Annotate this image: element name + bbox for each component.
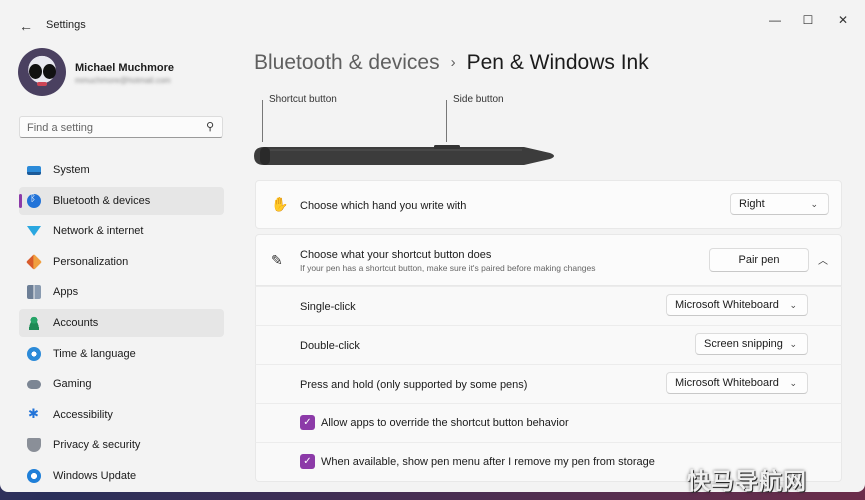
sidebar-item-network-internet[interactable]: Network & internet (19, 217, 224, 245)
chevron-down-icon: ⌄ (789, 378, 797, 388)
double-click-value: Screen snipping (704, 338, 783, 350)
single-click-dropdown[interactable]: Microsoft Whiteboard ⌄ (666, 294, 808, 316)
chevron-down-icon: ⌄ (810, 199, 818, 209)
pair-pen-button[interactable]: Pair pen (709, 248, 809, 272)
user-name: Michael Muchmore (75, 62, 175, 74)
avatar[interactable] (18, 48, 66, 96)
shortcut-title: Choose what your shortcut button does (300, 249, 492, 261)
sidebar-item-gaming[interactable]: Gaming (19, 370, 224, 398)
avatar-mouth (37, 82, 47, 86)
sidebar-item-label: Bluetooth & devices (53, 194, 151, 207)
settings-window: ← Settings — ☐ ✕ Michael Muchmore mmuchm… (0, 0, 865, 492)
chevron-down-icon: ⌄ (789, 300, 797, 310)
sidebar-item-label: Gaming (53, 378, 92, 391)
accessibility-icon (27, 406, 41, 422)
shortcut-pointer-line (262, 100, 263, 142)
pen-icon: ✎ (271, 252, 283, 268)
sidebar-item-label: Network & internet (53, 225, 144, 238)
sidebar-item-label: Accessibility (53, 408, 113, 421)
hand-dropdown[interactable]: Right ⌄ (730, 193, 829, 215)
press-hold-value: Microsoft Whiteboard (675, 377, 779, 389)
press-hold-row: Press and hold (only supported by some p… (255, 364, 842, 403)
sidebar-item-time-language[interactable]: Time & language (19, 340, 224, 368)
avatar-eye (43, 64, 56, 79)
bluetooth-icon (27, 193, 41, 208)
sidebar-item-label: Accounts (53, 316, 99, 329)
hand-dropdown-value: Right (739, 198, 765, 210)
allow-override-checkbox[interactable]: ✓ (300, 415, 315, 430)
sidebar-nav: System Bluetooth & devices Network & int… (19, 156, 224, 492)
side-pointer-line (446, 100, 447, 142)
sidebar-item-system[interactable]: System (19, 156, 224, 184)
title-bar: ← Settings — ☐ ✕ (0, 0, 865, 50)
system-icon (27, 165, 41, 175)
close-button[interactable]: ✕ (828, 10, 858, 30)
minimize-button[interactable]: — (760, 10, 790, 30)
sidebar-item-bluetooth-devices[interactable]: Bluetooth & devices (19, 186, 224, 215)
breadcrumb-separator: › (450, 54, 456, 71)
allow-override-row: ✓ Allow apps to override the shortcut bu… (255, 403, 842, 442)
hand-setting-card: ✋ Choose which hand you write with Right… (255, 180, 842, 229)
page-title: Pen & Windows Ink (466, 51, 649, 74)
sidebar-item-apps[interactable]: Apps (19, 278, 224, 306)
sidebar-item-label: System (53, 164, 90, 176)
breadcrumb: Bluetooth & devices › Pen & Windows Ink (254, 51, 649, 75)
single-click-label: Single-click (300, 301, 356, 313)
double-click-dropdown[interactable]: Screen snipping ⌄ (695, 333, 808, 355)
sidebar-item-privacy-security[interactable]: Privacy & security (19, 431, 224, 459)
side-button-label: Side button (453, 94, 504, 105)
app-title: Settings (46, 19, 86, 31)
chevron-down-icon: ⌄ (789, 339, 797, 349)
shortcut-button-card: ✎ Choose what your shortcut button does … (255, 234, 842, 286)
hand-icon: ✋ (271, 196, 289, 212)
sidebar-item-label: Time & language (53, 347, 136, 360)
privacy-icon (27, 438, 41, 453)
search-input[interactable] (27, 120, 197, 135)
gaming-icon (27, 379, 41, 389)
breadcrumb-parent[interactable]: Bluetooth & devices (254, 51, 440, 74)
user-email: mmuchmore@hotmail.com (75, 76, 171, 85)
pen-menu-checkbox[interactable]: ✓ (300, 454, 315, 469)
single-click-value: Microsoft Whiteboard (675, 299, 779, 311)
sidebar-item-personalization[interactable]: Personalization (19, 248, 224, 276)
double-click-row: Double-click Screen snipping ⌄ (255, 325, 842, 364)
sidebar-item-label: Personalization (53, 255, 129, 268)
sidebar-item-label: Apps (53, 286, 79, 299)
press-hold-dropdown[interactable]: Microsoft Whiteboard ⌄ (666, 372, 808, 394)
single-click-row: Single-click Microsoft Whiteboard ⌄ (255, 286, 842, 325)
apps-icon (27, 285, 41, 300)
sidebar-item-label: Privacy & security (53, 439, 141, 452)
maximize-button[interactable]: ☐ (793, 10, 823, 30)
time-language-icon (27, 346, 41, 361)
double-click-label: Double-click (300, 340, 360, 352)
search-icon[interactable]: ⚲ (206, 120, 214, 133)
personalization-icon (26, 253, 42, 270)
shortcut-button-label: Shortcut button (269, 94, 337, 105)
hand-setting-title: Choose which hand you write with (300, 200, 467, 212)
shortcut-description: If your pen has a shortcut button, make … (300, 263, 596, 273)
allow-override-label: Allow apps to override the shortcut butt… (321, 417, 569, 429)
search-box[interactable]: ⚲ (19, 116, 223, 138)
sidebar-item-windows-update[interactable]: Windows Update (19, 462, 224, 490)
sidebar-item-accounts[interactable]: Accounts (19, 308, 224, 337)
network-icon (27, 226, 41, 237)
accounts-icon (27, 315, 41, 330)
sidebar-item-label: Windows Update (53, 469, 137, 482)
pen-menu-label: When available, show pen menu after I re… (321, 456, 655, 468)
pen-illustration (254, 145, 554, 165)
avatar-eye (29, 64, 42, 79)
sidebar-item-accessibility[interactable]: Accessibility (19, 401, 224, 429)
chevron-up-icon[interactable]: ︿ (818, 252, 828, 267)
press-hold-label: Press and hold (only supported by some p… (300, 379, 528, 391)
watermark: 快马导航网 (687, 469, 807, 495)
windows-update-icon (27, 468, 41, 483)
back-arrow-icon[interactable]: ← (14, 14, 38, 38)
